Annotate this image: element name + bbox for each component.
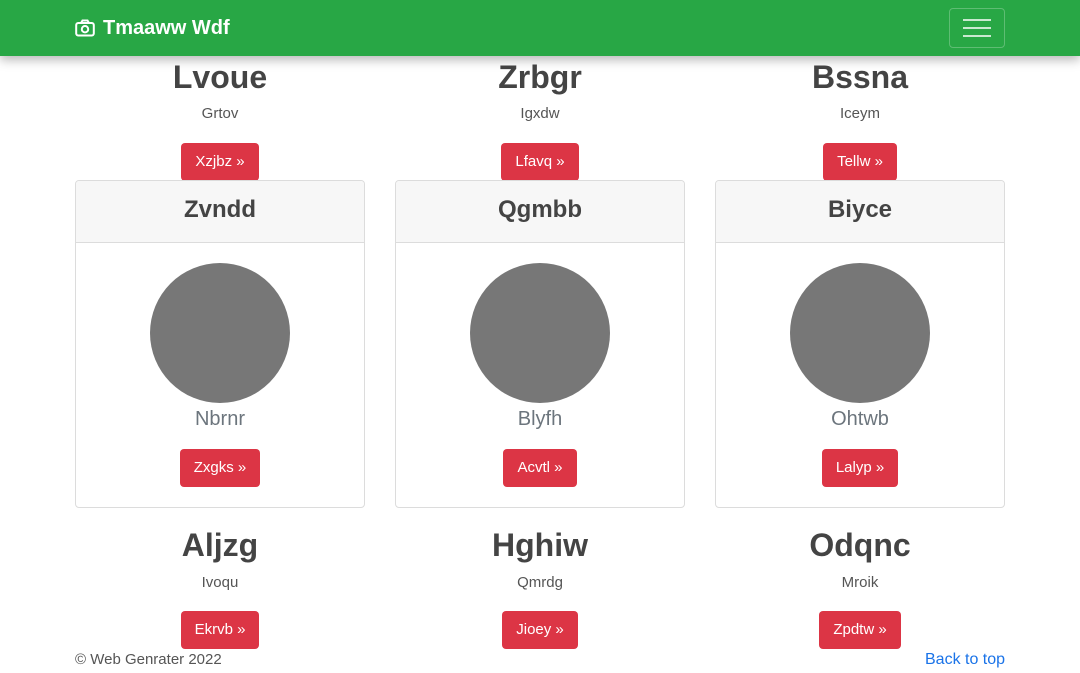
card-button[interactable]: Acvtl » [503,449,577,487]
feature-button[interactable]: Xzjbz » [181,143,259,181]
feature-button[interactable]: Ekrvb » [180,611,260,649]
hamburger-menu-icon [963,18,991,38]
feature-title: Zrbgr [498,59,582,95]
feature-subtitle: Grtov [201,105,239,122]
feature-button[interactable]: Tellw » [823,143,897,181]
feature-button[interactable]: Lfavq » [501,143,579,181]
feature-button[interactable]: Jioey » [502,611,578,649]
feature-button[interactable]: Zpdtw » [819,611,901,649]
feature-item: Lvoue Grtov Xzjbz » [75,57,365,181]
avatar [790,263,930,403]
feature-item: Hghiw Qmrdg Jioey » [395,525,685,649]
profile-card: Biyce Ohtwb Lalyp » [715,180,1005,508]
feature-title: Lvoue [172,59,268,95]
feature-title: Aljzg [181,527,259,563]
card-button[interactable]: Lalyp » [821,449,899,487]
profile-card: Zvndd Nbrnr Zxgks » [75,180,365,508]
navbar: Tmaaww Wdf [0,0,1080,56]
feature-title: Odqnc [809,527,911,563]
avatar [470,263,610,403]
feature-title: Hghiw [492,527,588,563]
feature-subtitle: Mroik [841,574,879,591]
feature-subtitle: Igxdw [520,105,560,122]
feature-item: Aljzg Ivoqu Ekrvb » [75,525,365,649]
feature-subtitle: Qmrdg [517,574,563,591]
feature-item: Odqnc Mroik Zpdtw » [715,525,1005,649]
back-to-top-link[interactable]: Back to top [925,651,1005,669]
navbar-toggle-button[interactable] [949,8,1005,48]
feature-subtitle: Iceym [839,105,880,122]
card-header: Zvndd [76,181,364,243]
card-name: Blyfh [517,408,563,430]
feature-subtitle: Ivoqu [201,574,239,591]
feature-item: Bssna Iceym Tellw » [715,57,1005,181]
feature-title: Bssna [811,59,909,95]
card-header: Biyce [716,181,1004,243]
navbar-brand[interactable]: Tmaaww Wdf [75,15,230,41]
card-header: Qgmbb [396,181,684,243]
card-name: Ohtwb [831,408,889,430]
avatar [150,263,290,403]
feature-item: Zrbgr Igxdw Lfavq » [395,57,685,181]
card-name: Nbrnr [194,408,245,430]
footer-copyright: © Web Genrater 2022 [75,651,222,668]
profile-card: Qgmbb Blyfh Acvtl » [395,180,685,508]
brand-text: Tmaaww Wdf [103,16,230,39]
camera-icon [75,19,95,37]
card-button[interactable]: Zxgks » [179,449,261,487]
